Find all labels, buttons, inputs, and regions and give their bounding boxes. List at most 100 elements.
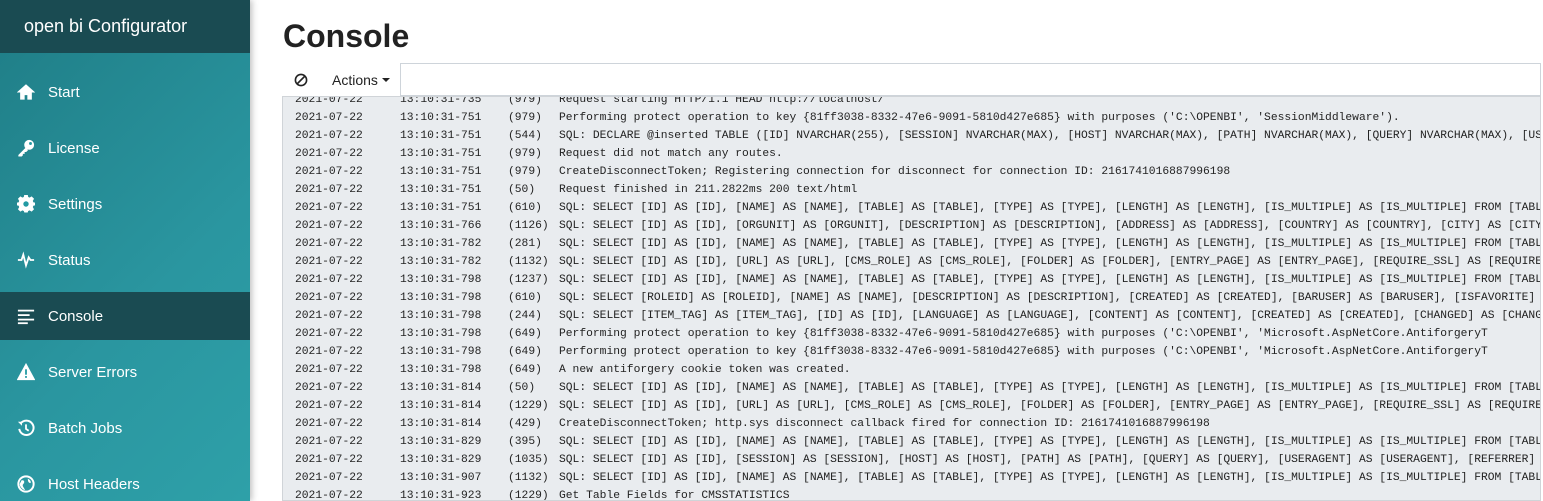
log-row: 2021-07-22 13:10:31-751 (979) Request did n…: [283, 145, 1540, 163]
heartbeat-icon: [16, 250, 36, 270]
log-thread-id: (429): [508, 418, 542, 430]
log-thread-id: (50): [508, 382, 536, 394]
log-thread-id: (1132): [508, 472, 549, 484]
log-row: 2021-07-22 13:10:31-814 (1229) SQL: SELECT …: [283, 397, 1540, 415]
log-date: 2021-07-22: [295, 364, 363, 376]
log-message: SQL: SELECT [ID] AS [ID], [NAME] AS [NAM…: [559, 238, 1541, 250]
log-thread-id: (649): [508, 328, 542, 340]
log-thread-id: (979): [508, 166, 542, 178]
sidebar-item-settings[interactable]: Settings: [0, 180, 250, 228]
log-date: 2021-07-22: [295, 490, 363, 501]
log-row: 2021-07-22 13:10:31-751 (50) Request finish…: [283, 181, 1540, 199]
log-lines: 2021-07-22 13:10:31-735 (979) Request start…: [283, 96, 1541, 501]
log-row: 2021-07-22 13:10:31-829 (1035) SQL: SELECT …: [283, 451, 1540, 469]
globe-icon: [16, 474, 36, 494]
log-time: 13:10:31-798: [400, 364, 482, 376]
log-message: SQL: SELECT [ID] AS [ID], [NAME] AS [NAM…: [559, 382, 1541, 394]
log-time: 13:10:31-814: [400, 400, 482, 412]
history-icon: [16, 418, 36, 438]
log-time: 13:10:31-782: [400, 256, 482, 268]
log-date: 2021-07-22: [295, 256, 363, 268]
log-date: 2021-07-22: [295, 472, 363, 484]
log-row: 2021-07-22 13:10:31-907 (1132) SQL: SELECT …: [283, 469, 1541, 487]
console-output[interactable]: 2021-07-22 13:10:31-735 (979) Request start…: [282, 96, 1541, 501]
log-message: Request starting HTTP/1.1 HEAD http://lo…: [559, 96, 885, 106]
gear-icon: [16, 194, 36, 214]
sidebar-item-host-headers[interactable]: Host Headers: [0, 460, 250, 501]
log-thread-id: (979): [508, 148, 542, 160]
log-time: 13:10:31-766: [400, 220, 482, 232]
actions-dropdown-button[interactable]: Actions: [320, 63, 404, 96]
log-date: 2021-07-22: [295, 346, 363, 358]
log-thread-id: (50): [508, 184, 536, 196]
log-message: SQL: SELECT [ID] AS [ID], [NAME] AS [NAM…: [559, 472, 1541, 484]
log-thread-id: (1237): [508, 274, 549, 286]
log-time: 13:10:31-735: [400, 96, 482, 106]
key-icon: [16, 138, 36, 158]
log-thread-id: (281): [508, 238, 542, 250]
log-date: 2021-07-22: [295, 184, 363, 196]
log-row: 2021-07-22 13:10:31-751 (979) Performing pr…: [283, 109, 1540, 127]
clear-console-button[interactable]: [282, 63, 320, 96]
sidebar-item-server-errors[interactable]: Server Errors: [0, 348, 250, 396]
log-message: Request finished in 211.2822ms 200 text/…: [559, 184, 858, 196]
log-time: 13:10:31-751: [400, 184, 482, 196]
log-message: SQL: SELECT [ID] AS [ID], [NAME] AS [NAM…: [559, 202, 1541, 214]
log-thread-id: (1229): [508, 490, 549, 501]
log-row: 2021-07-22 13:10:31-751 (979) CreateDisconn…: [283, 163, 1540, 181]
log-row: 2021-07-22 13:10:31-814 (50) SQL: SELECT [I…: [283, 379, 1541, 397]
log-message: Request did not match any routes.: [559, 148, 783, 160]
console-toolbar: Actions: [282, 63, 1541, 96]
log-time: 13:10:31-798: [400, 310, 482, 322]
log-message: CreateDisconnectToken; http.sys disconne…: [559, 418, 1210, 430]
log-row: 2021-07-22 13:10:31-798 (610) SQL: SELECT […: [283, 289, 1541, 307]
log-message: SQL: SELECT [ID] AS [ID], [ORGUNIT] AS […: [559, 220, 1541, 232]
log-time: 13:10:31-751: [400, 166, 482, 178]
log-row: 2021-07-22 13:10:31-766 (1126) SQL: SELECT …: [283, 217, 1541, 235]
sidebar-item-batch-jobs[interactable]: Batch Jobs: [0, 404, 250, 452]
app-title: open bi Configurator: [0, 0, 250, 53]
log-time: 13:10:31-751: [400, 148, 482, 160]
log-date: 2021-07-22: [295, 130, 363, 142]
warning-icon: [16, 362, 36, 382]
log-thread-id: (1132): [508, 256, 549, 268]
log-date: 2021-07-22: [295, 310, 363, 322]
log-message: SQL: SELECT [ID] AS [ID], [URL] AS [URL]…: [559, 256, 1541, 268]
log-time: 13:10:31-814: [400, 418, 482, 430]
log-date: 2021-07-22: [295, 400, 363, 412]
sidebar-item-label: License: [48, 139, 100, 157]
log-thread-id: (1035): [508, 454, 549, 466]
log-time: 13:10:31-829: [400, 436, 482, 448]
log-row: 2021-07-22 13:10:31-814 (429) CreateDisconn…: [283, 415, 1540, 433]
sidebar: open bi Configurator Start License Setti…: [0, 0, 250, 501]
log-date: 2021-07-22: [295, 96, 363, 106]
log-date: 2021-07-22: [295, 112, 363, 124]
log-date: 2021-07-22: [295, 436, 363, 448]
log-thread-id: (610): [508, 292, 542, 304]
log-message: SQL: SELECT [ROLEID] AS [ROLEID], [NAME]…: [559, 292, 1541, 304]
filter-input[interactable]: [400, 63, 1541, 96]
log-message: Performing protect operation to key {81f…: [559, 112, 1400, 124]
log-thread-id: (979): [508, 112, 542, 124]
log-message: SQL: SELECT [ID] AS [ID], [NAME] AS [NAM…: [559, 436, 1541, 448]
sidebar-item-label: Settings: [48, 195, 103, 213]
log-message: SQL: SELECT [ITEM_TAG] AS [ITEM_TAG], [I…: [559, 310, 1541, 322]
log-date: 2021-07-22: [295, 274, 363, 286]
log-row: 2021-07-22 13:10:31-798 (649) Performing pr…: [283, 325, 1540, 343]
sidebar-item-label: Batch Jobs: [48, 419, 123, 437]
log-time: 13:10:31-798: [400, 274, 482, 286]
caret-down-icon: [381, 77, 390, 82]
sidebar-item-label: Status: [48, 251, 91, 269]
log-row: 2021-07-22 13:10:31-782 (281) SQL: SELECT […: [283, 235, 1541, 253]
sidebar-item-console[interactable]: Console: [0, 292, 250, 340]
sidebar-item-start[interactable]: Start: [0, 68, 250, 116]
log-date: 2021-07-22: [295, 220, 363, 232]
home-icon: [16, 82, 36, 102]
log-row: 2021-07-22 13:10:31-798 (1237) SQL: SELECT …: [283, 271, 1540, 289]
log-time: 13:10:31-751: [400, 202, 482, 214]
log-time: 13:10:31-798: [400, 292, 482, 304]
log-time: 13:10:31-798: [400, 328, 482, 340]
sidebar-item-license[interactable]: License: [0, 124, 250, 172]
log-row: 2021-07-22 13:10:31-751 (544) SQL: DECLARE …: [283, 127, 1540, 145]
sidebar-item-status[interactable]: Status: [0, 236, 250, 284]
